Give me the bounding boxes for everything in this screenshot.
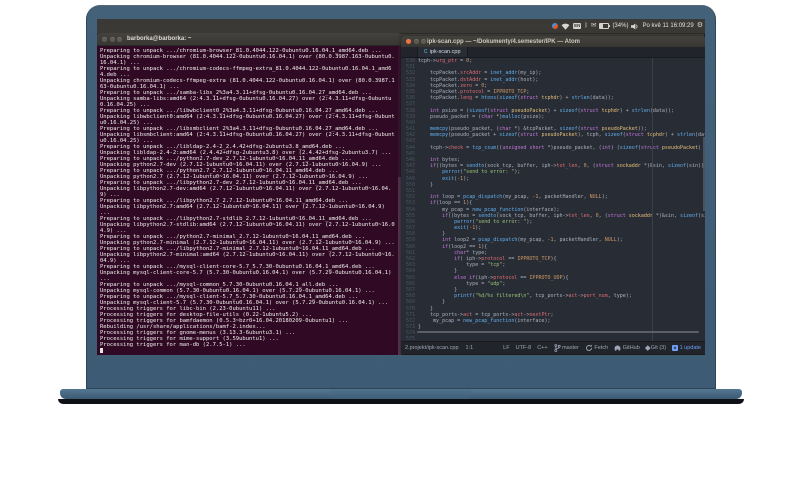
- editor-vertical-scrollbar[interactable]: [703, 137, 705, 211]
- desktop-screen: EN ᛒ ✉ (34%) Po kvě 11 16:09:29 ⚙ barbor…: [97, 19, 705, 355]
- status-cursor-position[interactable]: 1:1: [466, 345, 474, 351]
- atom-minimize-button[interactable]: [413, 39, 419, 44]
- status-line-ending[interactable]: LF: [503, 345, 509, 351]
- atom-titlebar[interactable]: ipk-scan.cpp — ~/Dokumenty/4.semester/IP…: [401, 36, 705, 47]
- status-updates[interactable]: 1 update: [672, 345, 701, 351]
- terminal-line: Unpacking libpython2.7-stdlib:amd64 (2.7…: [100, 222, 395, 234]
- terminal-line: Unpacking libwbclient0:amd64 (2:4.3.11+d…: [100, 114, 395, 126]
- editor-area[interactable]: 530 tcph->urg_ptr = 0; 531 532 tcpPacket.sr…: [401, 58, 705, 341]
- volume-icon[interactable]: [631, 23, 639, 30]
- terminal-titlebar[interactable]: barborka@barborka: ~: [97, 33, 401, 46]
- bluetooth-icon[interactable]: ᛒ: [584, 23, 588, 29]
- atom-window-title: ipk-scan.cpp — ~/Dokumenty/4.semester/IP…: [427, 38, 580, 45]
- terminal-line: Unpacking libpython2.7:amd64 (2.7.12-1ub…: [100, 204, 389, 216]
- terminal-maximize-button[interactable]: [117, 36, 122, 42]
- system-tray: EN ᛒ ✉ (34%) Po kvě 11 16:09:29 ⚙: [552, 19, 703, 33]
- status-bar: 2.projekt/ipk-scan.cpp 1:1 LF UTF-8 C++ …: [401, 341, 705, 354]
- cpp-file-icon: C: [424, 49, 428, 55]
- terminal-line: Unpacking samba-libs:amd64 (2:4.3.11+dfs…: [100, 96, 392, 108]
- terminal-line: Unpacking libpython2.7-dev:amd64 (2.7.12…: [100, 186, 392, 198]
- wrap-guide: [652, 58, 653, 341]
- battery-percent-label: (34%): [612, 23, 629, 29]
- terminal-line: Unpacking libpython2.7-minimal:amd64 (2.…: [100, 252, 395, 264]
- status-encoding[interactable]: UTF-8: [516, 345, 532, 351]
- terminal-window: barborka@barborka: ~ Preparing to unpack…: [97, 33, 401, 355]
- code-lines: 530 tcph->urg_ptr = 0; 531 532 tcpPacket.sr…: [401, 58, 705, 341]
- atom-close-button[interactable]: [406, 39, 411, 44]
- battery-icon[interactable]: [599, 23, 611, 29]
- terminal-minimize-button[interactable]: [109, 36, 115, 42]
- keyboard-layout-indicator[interactable]: EN: [573, 23, 582, 29]
- tab-bar: C ipk-scan.cpp: [401, 47, 705, 58]
- software-updater-icon[interactable]: [552, 23, 559, 29]
- terminal-title: barborka@barborka: ~: [127, 35, 192, 42]
- git-branch-icon: [553, 344, 561, 352]
- terminal-line: Unpacking mysql-client-core-5.7 (5.7.30-…: [100, 270, 395, 282]
- terminal-cursor: [100, 348, 103, 353]
- tab-ipk-scan-cpp[interactable]: C ipk-scan.cpp: [417, 47, 468, 57]
- status-github[interactable]: GitHub: [614, 345, 640, 352]
- atom-window: ipk-scan.cpp — ~/Dokumenty/4.semester/IP…: [401, 36, 705, 354]
- terminal-line: Preparing to unpack .../chromium-codecs-…: [100, 66, 392, 78]
- terminal-line: Unpacking chromium-browser (81.0.4044.12…: [100, 54, 395, 66]
- sync-icon: [586, 344, 592, 351]
- laptop-shadow: [58, 399, 744, 404]
- update-package-icon: [672, 345, 679, 351]
- editor-horizontal-scrollbar[interactable]: [417, 331, 699, 333]
- git-icon: [645, 345, 651, 351]
- clock-label[interactable]: Po kvě 11 16:09:29: [642, 23, 693, 29]
- terminal-line: Unpacking chromium-codecs-ffmpeg-extra (…: [100, 78, 395, 90]
- status-language[interactable]: C++: [537, 345, 547, 351]
- status-fetch[interactable]: Fetch: [585, 344, 608, 352]
- status-git-branch[interactable]: master: [553, 344, 579, 352]
- screenshot-canvas: EN ᛒ ✉ (34%) Po kvě 11 16:09:29 ⚙ barbor…: [0, 0, 800, 477]
- status-git-changes[interactable]: Git (3): [645, 345, 666, 351]
- system-top-panel: EN ᛒ ✉ (34%) Po kvě 11 16:09:29 ⚙: [97, 19, 705, 34]
- terminal-line: Processing triggers for man-db (2.7.5-1)…: [100, 342, 246, 348]
- terminal-line: Unpacking libsmbclient:amd64 (2:4.3.11+d…: [100, 132, 395, 144]
- github-icon: [614, 345, 621, 352]
- terminal-close-button[interactable]: [102, 36, 107, 42]
- wifi-icon[interactable]: [561, 23, 570, 30]
- status-file-path[interactable]: 2.projekt/ipk-scan.cpp: [405, 345, 459, 351]
- mail-icon[interactable]: ✉: [591, 22, 596, 29]
- power-gear-icon[interactable]: ⚙: [697, 22, 703, 29]
- tab-label: ipk-scan.cpp: [429, 49, 461, 55]
- atom-maximize-button[interactable]: [421, 39, 426, 44]
- terminal-output[interactable]: Preparing to unpack .../chromium-browser…: [97, 46, 401, 355]
